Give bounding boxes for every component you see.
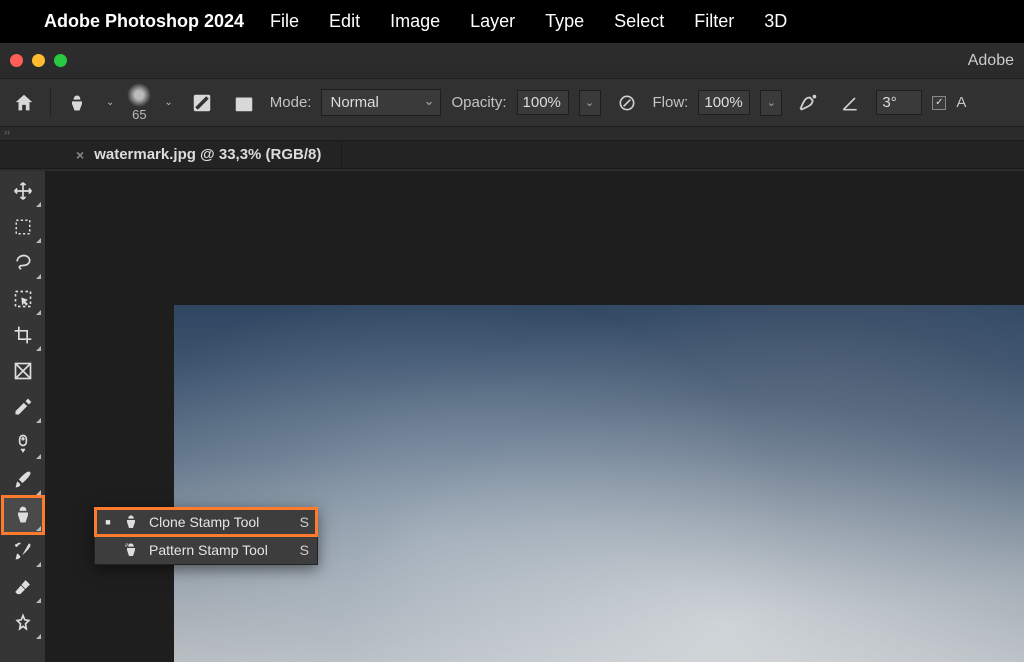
- lasso-tool[interactable]: [3, 245, 43, 281]
- mode-label: Mode:: [270, 94, 312, 111]
- menu-filter[interactable]: Filter: [694, 11, 734, 32]
- clone-stamp-icon: [123, 514, 139, 530]
- options-bar: ⌄ 65 ⌄ Mode: Normal Opacity: 100% ⌄ Flow…: [0, 79, 1024, 127]
- history-brush-tool[interactable]: [3, 533, 43, 569]
- opacity-input[interactable]: 100%: [517, 90, 569, 115]
- brush-chevron-icon[interactable]: ⌄: [161, 97, 175, 108]
- clone-source-button[interactable]: [228, 86, 260, 120]
- tool-preset-chevron-icon[interactable]: ⌄: [103, 97, 117, 108]
- flyout-item-shortcut: S: [300, 514, 309, 530]
- brush-tip-icon: [127, 83, 151, 107]
- menu-file[interactable]: File: [270, 11, 299, 32]
- mode-value: Normal: [330, 94, 378, 111]
- document-canvas[interactable]: ■ Clone Stamp Tool S Pattern Stamp Tool …: [46, 171, 1024, 662]
- clone-stamp-tool[interactable]: [3, 497, 43, 533]
- angle-icon: [834, 86, 866, 120]
- panel-dock-grip[interactable]: ››: [0, 127, 1024, 141]
- opacity-chevron-icon[interactable]: ⌄: [579, 90, 601, 116]
- app-name[interactable]: Adobe Photoshop 2024: [44, 11, 244, 32]
- opacity-label: Opacity:: [451, 94, 506, 111]
- toolbox: [0, 171, 46, 662]
- brush-size-value: 65: [132, 107, 146, 122]
- document-tab-title: watermark.jpg @ 33,3% (RGB/8): [94, 146, 321, 163]
- frame-tool[interactable]: [3, 353, 43, 389]
- flow-chevron-icon[interactable]: ⌄: [760, 90, 782, 116]
- flyout-item-label: Clone Stamp Tool: [149, 514, 259, 530]
- zoom-window-button[interactable]: [54, 54, 67, 67]
- tool-preset-icon[interactable]: [61, 86, 93, 120]
- flyout-item-label: Pattern Stamp Tool: [149, 542, 268, 558]
- eyedropper-tool[interactable]: [3, 389, 43, 425]
- airbrush-button[interactable]: [792, 86, 824, 120]
- mode-select[interactable]: Normal: [321, 89, 441, 116]
- menu-select[interactable]: Select: [614, 11, 664, 32]
- object-selection-tool[interactable]: [3, 281, 43, 317]
- flyout-item-shortcut: S: [300, 542, 309, 558]
- brush-tool[interactable]: [3, 461, 43, 497]
- gradient-tool[interactable]: [3, 605, 43, 641]
- crop-tool[interactable]: [3, 317, 43, 353]
- window-title: Adobe: [968, 52, 1014, 70]
- menu-image[interactable]: Image: [390, 11, 440, 32]
- app-window: Adobe ⌄ 65 ⌄ Mode: Normal Opacity: 100% …: [0, 42, 1024, 662]
- workspace-body: ■ Clone Stamp Tool S Pattern Stamp Tool …: [0, 171, 1024, 662]
- eraser-tool[interactable]: [3, 569, 43, 605]
- traffic-lights: [10, 54, 67, 67]
- aligned-label: A: [956, 94, 966, 111]
- system-menubar: Adobe Photoshop 2024 File Edit Image Lay…: [0, 0, 1024, 42]
- flyout-item-clone-stamp[interactable]: ■ Clone Stamp Tool S: [95, 508, 317, 536]
- menu-type[interactable]: Type: [545, 11, 584, 32]
- menu-3d[interactable]: 3D: [764, 11, 787, 32]
- flow-input[interactable]: 100%: [698, 90, 750, 115]
- selected-marker-icon: ■: [103, 517, 113, 527]
- image-content: [174, 305, 1024, 662]
- close-window-button[interactable]: [10, 54, 23, 67]
- healing-brush-tool[interactable]: [3, 425, 43, 461]
- document-tab[interactable]: × watermark.jpg @ 33,3% (RGB/8): [56, 141, 342, 168]
- move-tool[interactable]: [3, 173, 43, 209]
- document-tabbar: × watermark.jpg @ 33,3% (RGB/8): [0, 141, 1024, 169]
- pattern-stamp-icon: [123, 542, 139, 558]
- brush-preview[interactable]: 65: [127, 83, 151, 122]
- home-button[interactable]: [8, 86, 40, 120]
- flyout-item-pattern-stamp[interactable]: Pattern Stamp Tool S: [95, 536, 317, 564]
- minimize-window-button[interactable]: [32, 54, 45, 67]
- window-titlebar: Adobe: [0, 43, 1024, 79]
- menu-layer[interactable]: Layer: [470, 11, 515, 32]
- menu-edit[interactable]: Edit: [329, 11, 360, 32]
- pressure-opacity-button[interactable]: [611, 86, 643, 120]
- close-tab-icon[interactable]: ×: [76, 147, 84, 163]
- flow-label: Flow:: [653, 94, 689, 111]
- aligned-checkbox[interactable]: ✓: [932, 96, 946, 110]
- stamp-tool-flyout: ■ Clone Stamp Tool S Pattern Stamp Tool …: [94, 507, 318, 565]
- marquee-tool[interactable]: [3, 209, 43, 245]
- angle-input[interactable]: 3°: [876, 90, 922, 115]
- brush-settings-button[interactable]: [186, 86, 218, 120]
